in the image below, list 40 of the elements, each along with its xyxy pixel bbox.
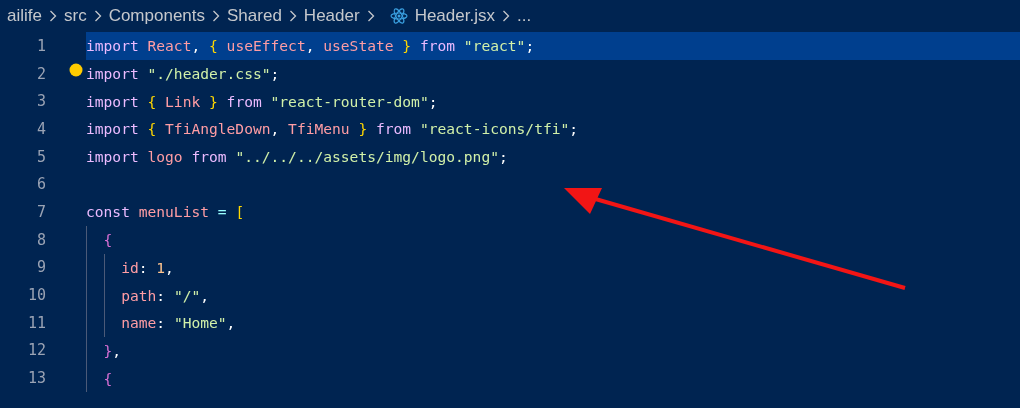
line-number: 10 xyxy=(26,285,46,307)
code-line: import React, { useEffect, useState } from "react"; xyxy=(86,37,535,55)
line-number: 6 xyxy=(35,174,46,196)
code-line: import logo from "../../../assets/img/logo.png"; xyxy=(86,148,508,166)
line-number: 2 xyxy=(35,63,46,85)
line-number: 11 xyxy=(26,312,46,334)
line-number: 7 xyxy=(35,201,46,223)
code-line: id: 1, xyxy=(120,258,174,276)
chevron-icon xyxy=(366,10,375,22)
chevron-icon xyxy=(288,10,297,22)
line-number: 1 xyxy=(35,35,46,57)
breadcrumb-item[interactable]: src xyxy=(63,6,87,26)
line-number: 8 xyxy=(35,229,46,251)
more-crumb[interactable]: ... xyxy=(516,6,532,26)
line-number: 9 xyxy=(35,257,46,279)
breadcrumb-item[interactable]: ailife xyxy=(7,6,42,26)
breadcrumb-item[interactable]: Shared xyxy=(227,6,282,26)
code-line: import { TfiAngleDown, TfiMenu } from "react-icons/tfi"; xyxy=(86,120,579,138)
breadcrumb-item[interactable]: Header xyxy=(303,6,360,26)
code-line: const menuList = [ xyxy=(86,203,245,221)
chevron-icon xyxy=(212,10,221,22)
lightbulb-icon xyxy=(69,62,83,77)
atom-icon xyxy=(389,8,408,24)
code-line: path: "/", xyxy=(120,286,210,304)
code-line: name: "Home", xyxy=(120,314,236,332)
chevron-icon xyxy=(48,10,57,22)
line-number: 4 xyxy=(35,118,46,140)
breadcrumb-item[interactable]: Header.jsx xyxy=(414,6,495,26)
chevron-icon xyxy=(93,10,102,22)
chevron-icon xyxy=(501,10,510,22)
line-number: 5 xyxy=(35,146,46,168)
code-line: import "./header.css"; xyxy=(86,65,280,83)
code-line: { xyxy=(102,231,113,249)
code-line: import { Link } from "react-router-dom"; xyxy=(86,92,438,110)
line-number: 12 xyxy=(26,340,46,362)
code-line: { xyxy=(102,369,113,387)
line-number: 3 xyxy=(35,91,46,113)
breadcrumb-item[interactable]: Components xyxy=(108,6,206,26)
code-line: }, xyxy=(102,341,122,359)
line-number: 13 xyxy=(26,368,46,390)
